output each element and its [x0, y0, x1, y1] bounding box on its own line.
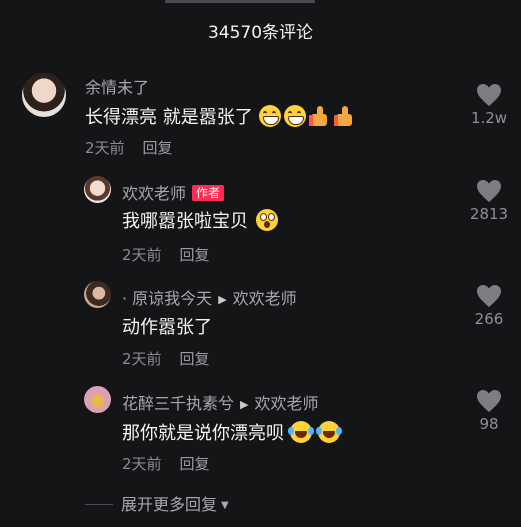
reply-button[interactable]: 回复 — [180, 455, 210, 473]
like-button[interactable]: 1.2w — [459, 83, 519, 127]
reply-username-text[interactable]: 欢欢老师 — [122, 184, 186, 203]
comment-text-content: 长得漂亮 就是嚣张了 — [85, 107, 253, 128]
like-button[interactable]: 98 — [459, 389, 519, 433]
reply-text-content: 我哪嚣张啦宝贝 — [122, 211, 248, 232]
like-count: 266 — [474, 310, 504, 328]
reply-meta: 2天前 回复 — [122, 244, 210, 265]
grin-emoji-icon — [258, 105, 281, 127]
sheet-grab-bar[interactable] — [165, 0, 315, 3]
reply-arrow-icon: ▶ — [218, 293, 227, 306]
comment-text[interactable]: 长得漂亮 就是嚣张了 — [85, 103, 356, 129]
reply-username: 花醉三千执素兮 ▶ 欢欢老师 — [122, 390, 319, 414]
avatar[interactable] — [84, 281, 111, 308]
reply-to-username[interactable]: 欢欢老师 — [254, 394, 318, 413]
heart-icon — [477, 84, 501, 106]
reply-time: 2天前 — [122, 455, 162, 473]
reply-text[interactable]: 动作嚣张了 — [122, 313, 212, 339]
reply-meta: 2天前 回复 — [122, 453, 210, 474]
reply-to-username[interactable]: 欢欢老师 — [233, 289, 297, 308]
avatar[interactable] — [22, 73, 66, 117]
like-count: 2813 — [469, 205, 509, 223]
heart-icon — [477, 180, 501, 202]
grin-emoji-icon — [283, 105, 306, 127]
reply-username-text[interactable]: · 原谅我今天 — [122, 289, 212, 308]
expand-replies-button[interactable]: 展开更多回复 ▼ — [85, 491, 229, 515]
avatar[interactable] — [84, 176, 111, 203]
reply-text-content: 那你就是说你漂亮呗 — [122, 423, 284, 444]
like-count: 98 — [479, 415, 499, 433]
reply-button[interactable]: 回复 — [180, 350, 210, 368]
laughing-tears-emoji-icon — [288, 421, 314, 443]
reply-username-text[interactable]: 花醉三千执素兮 — [122, 394, 234, 413]
author-badge: 作者 — [192, 185, 225, 201]
reply-time: 2天前 — [122, 350, 162, 368]
reply-arrow-icon: ▶ — [240, 398, 249, 411]
shocked-emoji-icon — [256, 209, 278, 231]
chevron-down-icon: ▼ — [221, 500, 229, 511]
avatar[interactable] — [84, 386, 111, 413]
comment-username[interactable]: 余情未了 — [85, 74, 149, 98]
expand-replies-label: 展开更多回复 — [121, 495, 218, 514]
laughing-tears-emoji-icon — [316, 421, 342, 443]
like-button[interactable]: 266 — [459, 284, 519, 328]
divider-line — [85, 504, 113, 505]
heart-icon — [477, 390, 501, 412]
reply-button[interactable]: 回复 — [143, 139, 173, 157]
reply-meta: 2天前 回复 — [122, 348, 210, 369]
thumbs-up-emoji-icon — [333, 105, 356, 127]
comment-time: 2天前 — [85, 139, 125, 157]
heart-icon — [477, 285, 501, 307]
reply-username: 欢欢老师 作者 — [122, 180, 225, 204]
reply-username: · 原谅我今天 ▶ 欢欢老师 — [122, 285, 297, 309]
thumbs-up-emoji-icon — [308, 105, 331, 127]
comment-count-title: 34570条评论 — [207, 23, 314, 43]
comment-meta: 2天前 回复 — [85, 137, 173, 158]
reply-button[interactable]: 回复 — [180, 246, 210, 264]
like-count: 1.2w — [470, 109, 508, 127]
reply-text[interactable]: 我哪嚣张啦宝贝 — [122, 207, 278, 233]
reply-text[interactable]: 那你就是说你漂亮呗 — [122, 419, 342, 445]
like-button[interactable]: 2813 — [459, 179, 519, 223]
reply-time: 2天前 — [122, 246, 162, 264]
